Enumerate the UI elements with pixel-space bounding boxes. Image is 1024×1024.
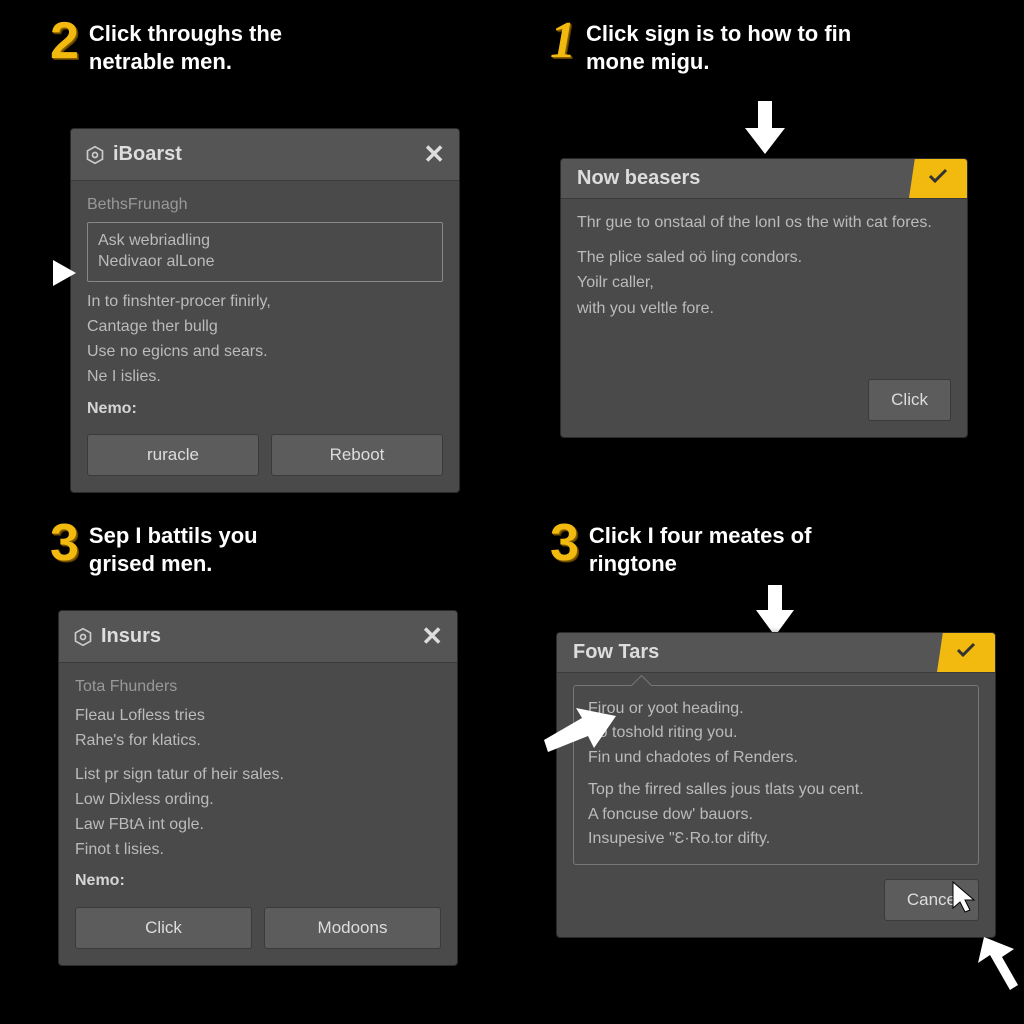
check-icon (927, 167, 949, 185)
tooltip-textbox: Firou or yoot heading. Po toshold riting… (573, 685, 979, 865)
panel-titlebar: Insurs ✕ (59, 611, 457, 663)
input-field[interactable]: Ask webriadling Nedivaor alLone (87, 222, 443, 282)
body-text: Low Dixless ording. (75, 788, 441, 811)
step-instruction: Click throughs thenetrable men. (89, 18, 282, 75)
check-tab[interactable] (937, 633, 995, 672)
step-header: 1 Click sign is to how to finmone migu. (550, 18, 990, 75)
section-label: BethsFrunagh (87, 193, 443, 216)
click-button[interactable]: Click (75, 907, 252, 949)
body-text: Cantage ther bullg (87, 315, 443, 338)
body-text: Law FBtA int ogle. (75, 813, 441, 836)
body-text: Ne I islies. (87, 365, 443, 388)
body-text: A foncuse dow' bauors. (588, 804, 964, 826)
section-label: Tota Fhunders (75, 675, 441, 698)
arrow-down-icon (752, 582, 798, 638)
step-number: 3 (50, 520, 77, 567)
panel-title: Insurs (101, 625, 161, 648)
step-header: 3 Click I four meates ofringtone (550, 520, 1010, 577)
panel-insurs: Insurs ✕ Tota Fhunders Fleau Lofless tri… (58, 610, 458, 966)
panel-fow-tars: Fow Tars Firou or yoot heading. Po tosho… (556, 632, 996, 938)
step-instruction: Sep I battils yougrised men. (89, 520, 258, 577)
panel-titlebar: Now beasers (561, 159, 967, 199)
body-text: with you veltle fore. (577, 297, 951, 320)
hex-icon (85, 145, 105, 165)
check-tab[interactable] (909, 159, 967, 198)
panel-titlebar: Fow Tars (557, 633, 995, 673)
cance-button[interactable]: Cance (884, 879, 979, 921)
body-text: Firou or yoot heading. (588, 698, 964, 720)
step-header: 3 Sep I battils yougrised men. (50, 520, 490, 577)
body-text: Po toshold riting you. (588, 722, 964, 744)
click-button[interactable]: Click (868, 379, 951, 421)
close-icon[interactable]: ✕ (423, 139, 445, 170)
body-text: Top the firred salles jous tlats you cen… (588, 779, 964, 801)
check-icon (955, 641, 977, 659)
body-text: The plice saled oö ling condors. (577, 246, 951, 269)
body-text: Insupesive "Ɛ·Ro.tor difty. (588, 828, 964, 850)
body-text: Use no egicns and sears. (87, 340, 443, 363)
close-icon[interactable]: ✕ (421, 621, 443, 652)
panel-title: iBoarst (113, 143, 182, 166)
step-number: 2 (50, 18, 77, 65)
arrow-icon (8, 248, 78, 298)
step-number: 1 (550, 18, 574, 65)
arrow-icon (970, 935, 1020, 995)
panel-title: Fow Tars (573, 641, 659, 664)
panel-title: Now beasers (577, 167, 700, 190)
step-instruction: Click sign is to how to finmone migu. (586, 18, 851, 75)
body-text: Rahe's for klatics. (75, 729, 441, 752)
body-text: List pr sign tatur of heir sales. (75, 763, 441, 786)
step-number: 3 (550, 520, 577, 567)
nemo-label: Nemo: (87, 397, 443, 420)
hex-icon (73, 627, 93, 647)
body-text: Thr gue to onstaal of the lonI os the wi… (577, 211, 951, 234)
body-text: Fleau Lofless tries (75, 704, 441, 727)
step-header: 2 Click throughs thenetrable men. (50, 18, 490, 75)
panel-titlebar: iBoarst ✕ (71, 129, 459, 181)
panel-iboarst: iBoarst ✕ BethsFrunagh Ask webriadling N… (70, 128, 460, 493)
body-text: In to finshter-procer finirly, (87, 290, 443, 313)
step-instruction: Click I four meates ofringtone (589, 520, 812, 577)
ruracle-button[interactable]: ruracle (87, 434, 259, 476)
body-text: Fin und chadotes of Renders. (588, 747, 964, 769)
arrow-down-icon (740, 96, 790, 156)
body-text: Finot t lisies. (75, 838, 441, 861)
modoons-button[interactable]: Modoons (264, 907, 441, 949)
nemo-label: Nemo: (75, 869, 441, 892)
body-text: Yoilr caller, (577, 271, 951, 294)
panel-now-beasers: Now beasers Thr gue to onstaal of the lo… (560, 158, 968, 438)
reboot-button[interactable]: Reboot (271, 434, 443, 476)
